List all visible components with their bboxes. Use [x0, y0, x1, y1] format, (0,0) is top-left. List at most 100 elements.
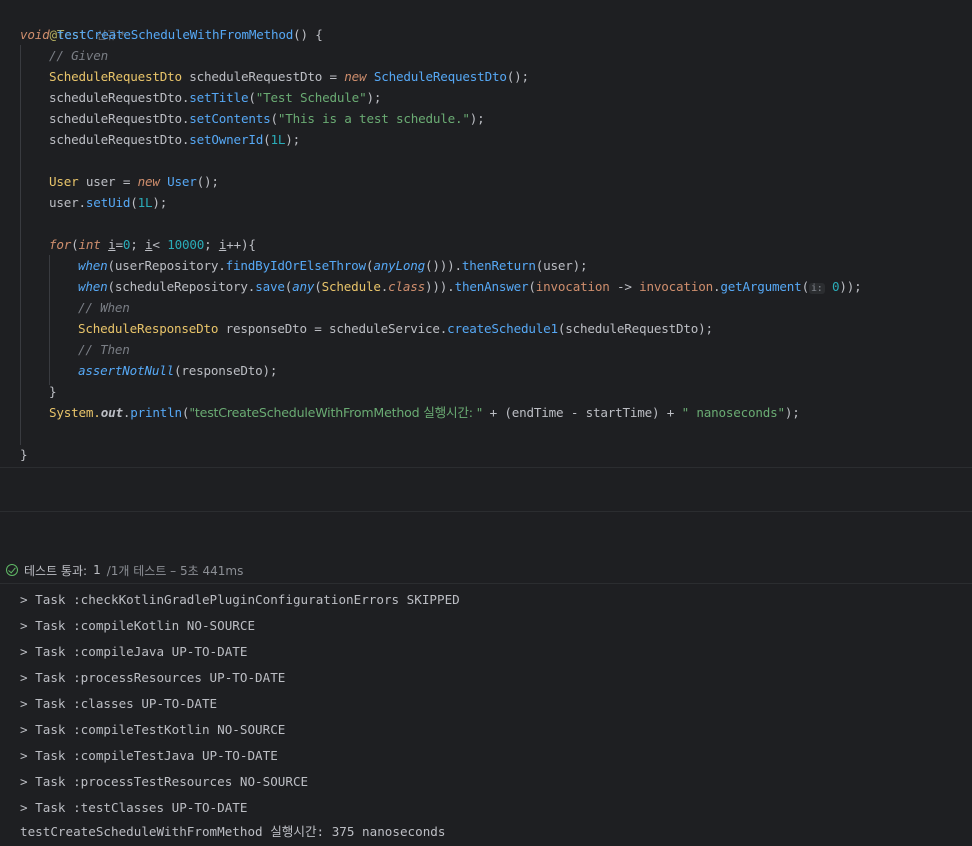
comment-then: // Then: [78, 342, 130, 357]
punct: (: [528, 279, 536, 294]
static-field: out: [100, 405, 123, 420]
punct: (: [130, 195, 138, 210]
method-call: setOwnerId: [189, 132, 264, 147]
editor-bottom-divider: [0, 467, 972, 468]
console-line: > Task :processResources UP-TO-DATE: [20, 670, 286, 685]
var-decl: user =: [78, 174, 138, 189]
brace: }: [49, 384, 57, 399]
console-divider: [0, 583, 972, 584]
punct: (responseDto);: [173, 363, 278, 378]
method-call: setUid: [85, 195, 131, 210]
code-line-annotation: @Test 신규 *: [20, 3, 126, 42]
console-line: > Task :compileKotlin NO-SOURCE: [20, 618, 256, 633]
lambda-arrow: ->: [609, 279, 640, 294]
receiver: user.: [49, 195, 86, 210]
method-call: thenAnswer: [454, 279, 529, 294]
code-line-set-owner: scheduleRequestDto.setOwnerId(1L);: [49, 129, 300, 150]
keyword-new: new: [344, 69, 367, 84]
type-name: ScheduleResponseDto: [78, 321, 219, 336]
receiver: (userRepository.: [107, 258, 226, 273]
var-decl: responseDto = scheduleService.: [218, 321, 448, 336]
code-line-println: System.out.println("testCreateScheduleWi…: [49, 402, 800, 423]
method-call: when: [78, 258, 108, 273]
number-literal: 0: [824, 279, 840, 294]
receiver: scheduleRequestDto.: [49, 111, 190, 126]
punct: );: [285, 132, 301, 147]
comment-when: // When: [78, 300, 130, 315]
panel-divider[interactable]: [0, 511, 972, 512]
method-call: save: [255, 279, 285, 294]
check-circle-icon: [6, 564, 18, 576]
type-name: User: [49, 174, 79, 189]
punct: );: [366, 90, 382, 105]
punct: ;: [204, 237, 219, 252]
punct: );: [152, 195, 168, 210]
ctor-name: ScheduleRequestDto: [366, 69, 507, 84]
string-literal: " nanoseconds": [681, 405, 786, 420]
number-literal: 10000: [167, 237, 205, 252]
punct: (: [248, 90, 256, 105]
method-call: any: [292, 279, 315, 294]
console-output[interactable]: > Task :checkKotlinGradlePluginConfigura…: [0, 587, 972, 846]
number-literal: 1L: [270, 132, 286, 147]
punct: ;: [130, 237, 146, 252]
punct: (: [801, 279, 810, 294]
code-line-comment-then: // Then: [78, 339, 130, 360]
code-line-set-title: scheduleRequestDto.setTitle("Test Schedu…: [49, 87, 381, 108]
punct: ())).: [425, 258, 462, 273]
punct: (scheduleRequestDto);: [557, 321, 713, 336]
method-call: assertNotNull: [78, 363, 174, 378]
string-literal: "This is a test schedule.": [277, 111, 470, 126]
keyword-new: new: [137, 174, 160, 189]
punct: ));: [839, 279, 862, 294]
parameter-hint: i:: [808, 283, 825, 294]
method-call: println: [130, 405, 182, 420]
punct: (: [314, 279, 322, 294]
string-literal: "Test Schedule": [255, 90, 367, 105]
punct: .: [380, 279, 389, 294]
console-line: > Task :checkKotlinGradlePluginConfigura…: [20, 592, 460, 607]
receiver: (scheduleRepository.: [107, 279, 256, 294]
expression: + (endTime - startTime) +: [482, 405, 682, 420]
receiver: scheduleRequestDto.: [49, 132, 190, 147]
console-line: > Task :classes UP-TO-DATE: [20, 696, 218, 711]
indent-guide: [49, 255, 50, 385]
code-line-dto-decl: ScheduleRequestDto scheduleRequestDto = …: [49, 66, 529, 87]
receiver: scheduleRequestDto.: [49, 90, 190, 105]
keyword-class: class: [388, 279, 426, 294]
indent-guide: [20, 45, 21, 445]
code-line-method-close: }: [20, 444, 28, 465]
method-name[interactable]: testCreateScheduleWithFromMethod: [57, 27, 293, 42]
code-line-assert: assertNotNull(responseDto);: [78, 360, 278, 381]
type-name: System.: [49, 405, 101, 420]
keyword-void: void: [20, 27, 50, 42]
punct: (: [284, 279, 293, 294]
code-line-when-schedule: when(scheduleRepository.save(any(Schedul…: [78, 276, 862, 297]
test-passed-count: 1: [93, 563, 101, 577]
code-line-set-contents: scheduleRequestDto.setContents("This is …: [49, 108, 485, 129]
number-literal: 1L: [137, 195, 153, 210]
method-call: when: [78, 279, 108, 294]
punct: );: [469, 111, 485, 126]
console-line: > Task :processTestResources NO-SOURCE: [20, 774, 309, 789]
punct: ();: [506, 69, 529, 84]
keyword-for: for: [49, 237, 72, 252]
code-line-response: ScheduleResponseDto responseDto = schedu…: [78, 318, 713, 339]
lambda-param: invocation: [639, 279, 713, 294]
punct: );: [784, 405, 800, 420]
code-line-when-user: when(userRepository.findByIdOrElseThrow (…: [78, 255, 588, 276]
console-line: > Task :compileJava UP-TO-DATE: [20, 644, 248, 659]
punct: (: [270, 111, 278, 126]
console-line: > Task :compileTestKotlin NO-SOURCE: [20, 722, 286, 737]
code-line-user-decl: User user = new User();: [49, 171, 219, 192]
type-name: Schedule: [321, 279, 381, 294]
code-editor[interactable]: @Test 신규 * void testCreateScheduleWithFro…: [0, 0, 972, 468]
test-summary: /1개 테스트 – 5초 441ms: [106, 563, 244, 578]
punct: (user);: [535, 258, 588, 273]
lambda-param: invocation: [535, 279, 610, 294]
code-line-for: for(int i=0; i< 10000; i++){: [49, 234, 256, 255]
comment-given: // Given: [49, 48, 109, 63]
punct: <: [152, 237, 168, 252]
test-status-bar: 테스트 통과: 1 /1개 테스트 – 5초 441ms: [0, 557, 972, 583]
